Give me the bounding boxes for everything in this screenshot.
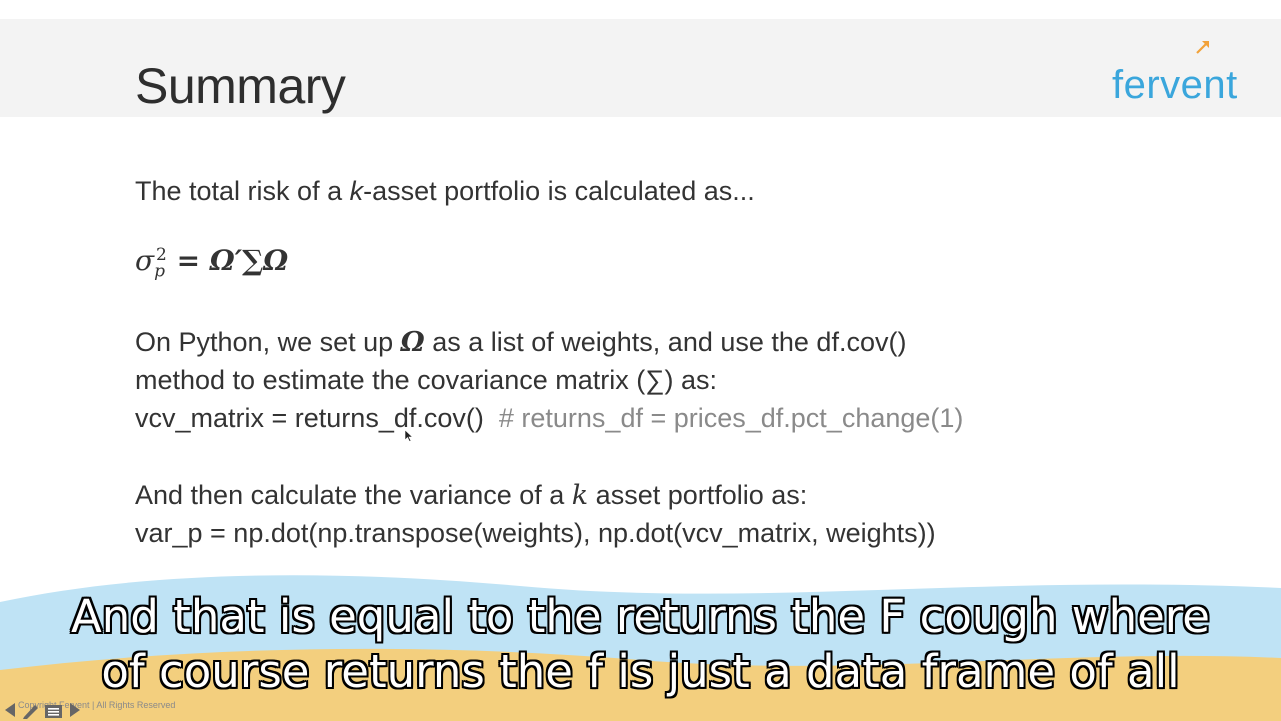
mouse-cursor-icon bbox=[405, 430, 413, 442]
then-text-end: asset portfolio as: bbox=[588, 480, 808, 510]
vcv-comment: # returns_df = prices_df.pct_change(1) bbox=[498, 403, 964, 433]
then-text-start: And then calculate the variance of a bbox=[135, 480, 572, 510]
slide-title: Summary bbox=[135, 58, 346, 114]
omega-symbol: Ω bbox=[400, 327, 425, 358]
top-strip bbox=[0, 0, 1281, 19]
sigma-symbol: σ bbox=[135, 244, 155, 277]
method-sentence: method to estimate the covariance matrix… bbox=[135, 365, 717, 395]
variance-formula: σp2 = Ω′∑Ω bbox=[135, 244, 288, 282]
arrow-right-icon[interactable] bbox=[70, 703, 80, 717]
python-text-end: as a list of weights, and use the df.cov… bbox=[424, 327, 907, 357]
pen-icon[interactable] bbox=[23, 705, 38, 719]
arrow-left-icon[interactable] bbox=[5, 703, 15, 717]
logo-arrow-icon bbox=[1196, 41, 1209, 54]
python-sentence: On Python, we set up Ω as a list of weig… bbox=[135, 327, 906, 358]
risk-sentence: The total risk of a k-asset portfolio is… bbox=[135, 176, 755, 207]
vcv-code-line: vcv_matrix = returns_df.cov() # returns_… bbox=[135, 403, 963, 434]
risk-text-end: -asset portfolio is calculated as... bbox=[363, 176, 755, 206]
menu-icon[interactable] bbox=[45, 705, 62, 718]
vcv-code: vcv_matrix = returns_df.cov() bbox=[135, 403, 484, 433]
fervent-logo: fervent bbox=[1112, 63, 1238, 107]
formula-superscript: 2 bbox=[156, 244, 167, 265]
k-variable: k bbox=[349, 176, 364, 206]
caption-line-1: And that is equal to the returns the F c… bbox=[71, 590, 1210, 643]
caption-line-2: of course returns the f is just a data f… bbox=[101, 645, 1180, 698]
var-code-line: var_p = np.dot(np.transpose(weights), np… bbox=[135, 518, 936, 548]
formula-body: = Ω′∑Ω bbox=[166, 244, 289, 277]
k-math-variable: k bbox=[571, 480, 589, 511]
python-text-start: On Python, we set up bbox=[135, 327, 401, 357]
risk-text-start: The total risk of a bbox=[135, 176, 350, 206]
slide-nav-controls bbox=[5, 703, 80, 719]
then-sentence: And then calculate the variance of a k a… bbox=[135, 480, 807, 511]
slide-header: Summary fervent bbox=[0, 19, 1281, 117]
